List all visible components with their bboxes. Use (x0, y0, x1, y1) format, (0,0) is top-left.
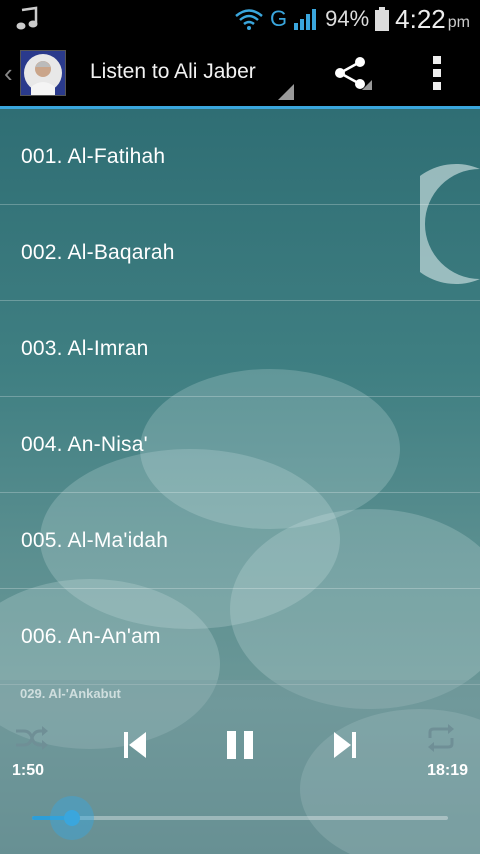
status-bar: G 94% 4:22 pm (0, 0, 480, 38)
total-duration: 18:19 (427, 762, 468, 779)
clock: 4:22 (395, 3, 446, 34)
list-item[interactable]: 006. An-An'am (0, 589, 480, 685)
pause-icon[interactable] (227, 731, 253, 759)
music-note-icon (16, 6, 38, 30)
seek-bar[interactable] (32, 816, 448, 820)
elapsed-time: 1:50 (12, 762, 45, 779)
back-chevron-icon[interactable]: ‹ (4, 58, 13, 89)
clock-ampm: pm (447, 14, 470, 31)
signal-icon (294, 9, 317, 30)
battery-percent: 94% (325, 6, 370, 31)
app-avatar[interactable] (20, 50, 66, 96)
list-item[interactable]: 002. Al-Baqarah (0, 205, 480, 301)
shuffle-icon[interactable] (14, 724, 48, 752)
dropdown-corner-icon (278, 84, 294, 100)
network-type: G (269, 6, 288, 31)
now-playing-title: 029. Al-'Ankabut (20, 686, 121, 701)
action-bar: ‹ Listen to Ali Jaber (0, 38, 480, 106)
list-item[interactable]: 004. An-Nisa' (0, 397, 480, 493)
next-icon[interactable] (334, 732, 356, 758)
previous-icon[interactable] (124, 732, 146, 758)
repeat-icon[interactable] (426, 724, 456, 752)
list-item[interactable]: 003. Al-Imran (0, 301, 480, 397)
wifi-icon (235, 9, 263, 30)
list-item[interactable]: 001. Al-Fatihah (0, 109, 480, 205)
share-icon[interactable] (332, 56, 372, 90)
surah-list: 001. Al-Fatihah 002. Al-Baqarah 003. Al-… (0, 109, 480, 685)
overflow-menu-icon[interactable] (430, 56, 444, 90)
seek-thumb[interactable] (64, 810, 80, 826)
battery-icon (375, 7, 390, 31)
app-title[interactable]: Listen to Ali Jaber (90, 60, 265, 84)
player-panel: 029. Al-'Ankabut 1:50 18:19 (0, 680, 480, 854)
list-item[interactable]: 005. Al-Ma'idah (0, 493, 480, 589)
